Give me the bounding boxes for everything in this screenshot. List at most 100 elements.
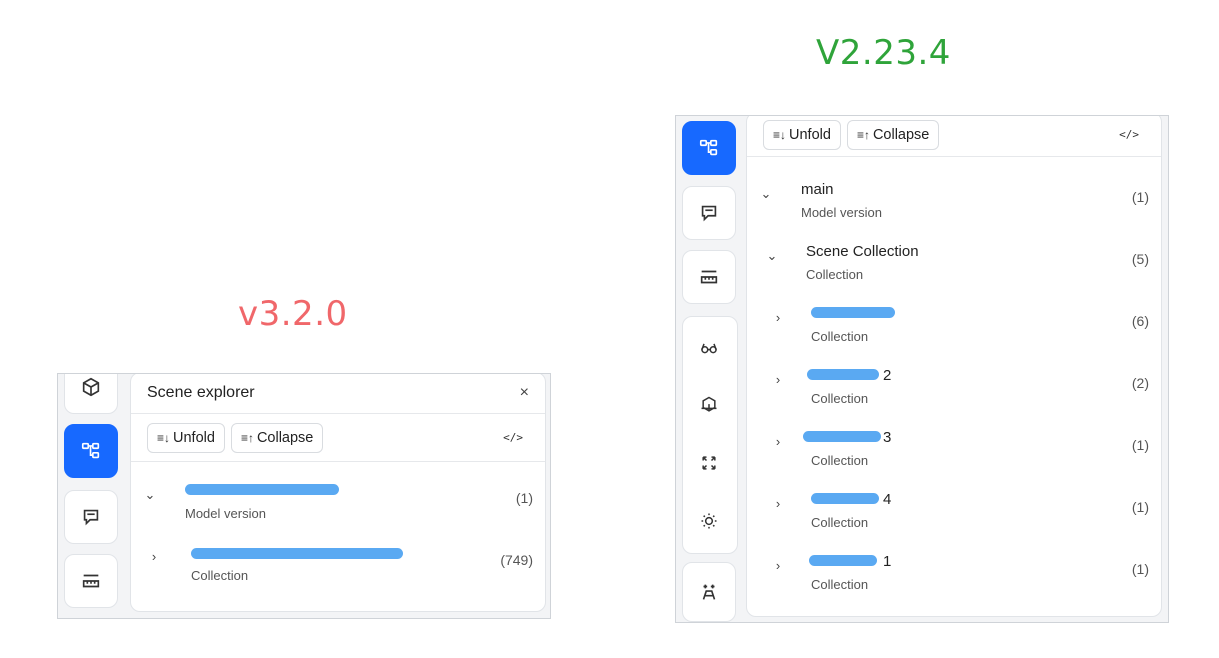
panel-title: Scene explorer [147, 384, 255, 401]
redacted-name [809, 555, 877, 566]
row-name: 1 [883, 553, 892, 570]
scene-explorer-panel: Scene explorer × ≡↓ Unfold ≡↑ Collapse </>… [130, 374, 546, 612]
tree-structure-icon [81, 442, 100, 459]
toolbar-rail [58, 374, 130, 618]
chevron-down-icon[interactable]: ⌄ [759, 187, 773, 201]
panel-header: Scene explorer × [131, 374, 545, 414]
redacted-name [185, 484, 339, 495]
collapse-icon: ≡↑ [856, 127, 870, 142]
collapse-icon: ≡↑ [240, 430, 254, 445]
redacted-name [807, 369, 879, 380]
row-type: Collection [191, 568, 249, 583]
lighting-button[interactable] [682, 494, 736, 548]
tree-list: ⌄ Model version (1) › Collection (749) [131, 462, 545, 598]
comments-button[interactable] [64, 490, 118, 544]
tree-row[interactable]: › 4 Collection (1) [747, 483, 1161, 545]
scene-explorer-panel: ≡↓ Unfold ≡↑ Collapse </> ⌄ main Model ver… [746, 116, 1162, 617]
close-icon[interactable]: × [520, 384, 529, 402]
row-name: 4 [883, 491, 892, 508]
toolbar-rail [676, 116, 748, 622]
row-count: (1) [1131, 499, 1149, 515]
comment-icon [701, 205, 717, 222]
row-name: 3 [883, 429, 892, 446]
measure-button[interactable] [682, 250, 736, 304]
tree-row[interactable]: › Collection (749) [131, 536, 545, 598]
unfold-label: Unfold [789, 126, 831, 143]
row-name: main [801, 181, 834, 198]
scene-explorer-button[interactable] [682, 121, 736, 175]
row-count: (1) [1131, 189, 1149, 205]
tree-list: ⌄ main Model version (1) ⌄ Scene Collect… [747, 157, 1161, 607]
row-type: Model version [801, 205, 882, 220]
redacted-name [191, 548, 403, 559]
row-name: 2 [883, 367, 892, 384]
tree-row[interactable]: › Collection (6) [747, 297, 1161, 359]
chevron-down-icon[interactable]: ⌄ [765, 249, 779, 263]
chevron-right-icon[interactable]: › [771, 497, 785, 511]
row-type: Collection [811, 515, 869, 530]
row-type: Collection [811, 391, 869, 406]
row-name: Scene Collection [806, 243, 919, 260]
unfold-icon: ≡↓ [773, 127, 787, 142]
redacted-name [811, 307, 895, 318]
comments-button[interactable] [682, 186, 736, 240]
old-version-screenshot: Scene explorer × ≡↓ Unfold ≡↑ Collapse </>… [57, 373, 551, 619]
row-type: Collection [806, 267, 864, 282]
ruler-icon [82, 574, 100, 588]
collapse-label: Collapse [256, 429, 314, 446]
ruler-icon [700, 270, 718, 284]
row-count: (6) [1131, 313, 1149, 329]
row-type: Collection [811, 577, 869, 592]
tree-structure-icon [699, 139, 718, 156]
expand-arrows-icon [702, 456, 716, 470]
chevron-right-icon[interactable]: › [147, 550, 161, 564]
collapse-button[interactable]: ≡↑ Collapse [846, 119, 940, 150]
ai-tool-button[interactable] [682, 562, 736, 622]
chevron-right-icon[interactable]: › [771, 311, 785, 325]
model-tool-button[interactable] [64, 374, 118, 414]
row-count: (2) [1131, 375, 1149, 391]
unfold-button[interactable]: ≡↓ Unfold [147, 422, 225, 453]
row-count: (1) [515, 490, 533, 506]
panel-toolbar: ≡↓ Unfold ≡↑ Collapse </> [131, 414, 545, 462]
row-type: Model version [185, 506, 266, 521]
row-count: (1) [1131, 561, 1149, 577]
view-glasses-button[interactable] [682, 321, 736, 375]
redacted-name [803, 431, 881, 442]
code-icon[interactable]: </> [1119, 128, 1139, 141]
chevron-right-icon[interactable]: › [771, 435, 785, 449]
row-type: Collection [811, 329, 869, 344]
row-count: (5) [1131, 251, 1149, 267]
tree-row[interactable]: › 3 Collection (1) [747, 421, 1161, 483]
section-cube-icon [701, 396, 717, 412]
new-version-label: V2.23.4 [816, 33, 951, 73]
sparkle-icon [702, 584, 716, 600]
unfold-label: Unfold [173, 429, 215, 446]
glasses-icon [701, 343, 717, 354]
measure-button[interactable] [64, 554, 118, 608]
row-count: (749) [500, 552, 533, 568]
new-version-screenshot: ≡↓ Unfold ≡↑ Collapse </> ⌄ main Model ver… [675, 115, 1169, 623]
cube-icon [82, 377, 100, 397]
tree-row[interactable]: ⌄ Scene Collection Collection (5) [747, 235, 1161, 297]
unfold-button[interactable]: ≡↓ Unfold [763, 119, 841, 150]
chevron-down-icon[interactable]: ⌄ [143, 488, 157, 502]
panel-toolbar: ≡↓ Unfold ≡↑ Collapse </> [747, 116, 1161, 157]
code-icon[interactable]: </> [503, 431, 523, 444]
fit-view-button[interactable] [682, 436, 736, 490]
collapse-button[interactable]: ≡↑ Collapse [230, 422, 324, 453]
collapse-label: Collapse [872, 126, 930, 143]
tree-row[interactable]: ⌄ Model version (1) [131, 474, 545, 536]
row-count: (1) [1131, 437, 1149, 453]
chevron-right-icon[interactable]: › [771, 373, 785, 387]
scene-explorer-button[interactable] [64, 424, 118, 478]
sun-icon [701, 513, 717, 529]
tree-row[interactable]: › 2 Collection (2) [747, 359, 1161, 421]
redacted-name [811, 493, 879, 504]
tree-row[interactable]: ⌄ main Model version (1) [747, 173, 1161, 235]
comment-icon [83, 509, 99, 526]
section-tool-button[interactable] [682, 378, 736, 432]
unfold-icon: ≡↓ [157, 430, 171, 445]
tree-row[interactable]: › 1 Collection (1) [747, 545, 1161, 607]
chevron-right-icon[interactable]: › [771, 559, 785, 573]
